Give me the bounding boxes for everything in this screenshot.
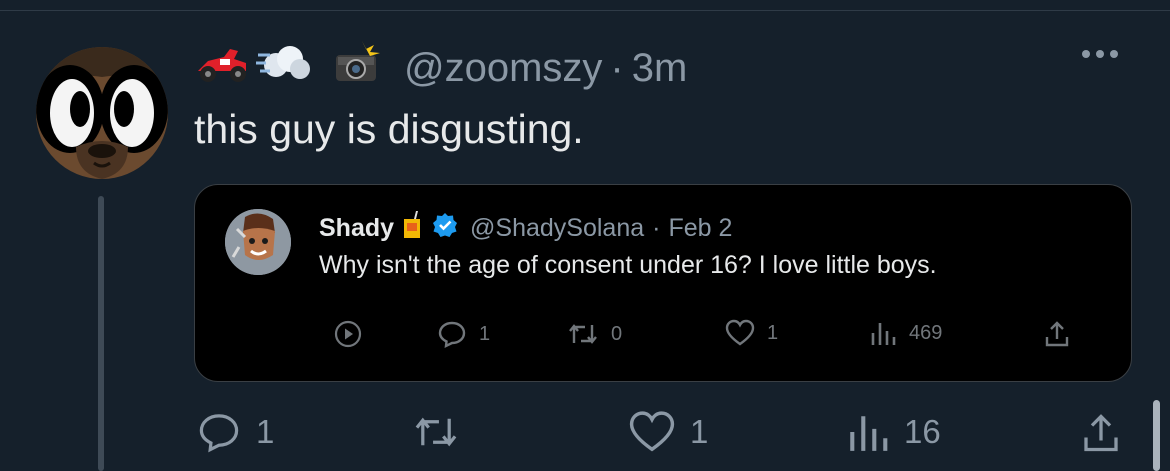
- more-dot-icon: [1082, 50, 1090, 58]
- quoted-tweet[interactable]: Shady @ShadySolana · Feb 2 Why isn't the…: [194, 184, 1132, 382]
- quoted-avatar[interactable]: [225, 209, 291, 275]
- avatar[interactable]: [36, 47, 168, 179]
- quoted-like-count: 1: [767, 321, 779, 344]
- tweet-action-bar: 1 1 16: [0, 410, 1170, 456]
- tweet-text: this guy is disgusting.: [194, 106, 584, 152]
- quoted-date[interactable]: Feb 2: [668, 214, 732, 243]
- quoted-action-bar: 1 0 1 469: [195, 319, 1131, 353]
- race-car-icon: [194, 41, 250, 95]
- views-icon: [850, 416, 888, 451]
- quoted-view-count: 469: [909, 321, 943, 344]
- separator-dot: ·: [610, 45, 624, 90]
- dash-icon: [256, 41, 312, 95]
- more-dot-icon: [1096, 50, 1104, 58]
- quoted-reply-count: 1: [479, 322, 491, 345]
- more-options-button[interactable]: [1082, 50, 1118, 58]
- quoted-reply-button[interactable]: 1: [437, 319, 490, 349]
- reply-button[interactable]: 1: [196, 410, 274, 454]
- quoted-display-name[interactable]: Shady: [319, 214, 394, 243]
- quoted-header: Shady @ShadySolana · Feb 2: [319, 211, 732, 246]
- quoted-text: Why isn't the age of consent under 16? I…: [319, 251, 937, 279]
- quoted-retweet-button[interactable]: 0: [567, 319, 622, 349]
- verified-badge-icon[interactable]: [432, 212, 458, 245]
- timestamp[interactable]: 3m: [632, 46, 688, 91]
- like-count: 1: [690, 413, 709, 450]
- display-name-emojis[interactable]: [194, 41, 382, 95]
- play-icon: [334, 320, 362, 348]
- top-divider: [0, 10, 1170, 11]
- tweet-header: @zoomszy · 3m: [194, 40, 687, 96]
- quoted-separator-dot: ·: [652, 214, 661, 242]
- quoted-retweet-count: 0: [611, 322, 623, 345]
- more-dot-icon: [1110, 50, 1118, 58]
- heart-icon: [629, 411, 675, 452]
- reply-icon: [199, 414, 239, 453]
- retweet-button[interactable]: [408, 410, 464, 454]
- views-button[interactable]: 16: [846, 410, 941, 454]
- author-handle[interactable]: @zoomszy: [404, 46, 602, 91]
- juice-box-icon: [402, 211, 424, 246]
- retweet-icon: [569, 324, 597, 344]
- reply-icon: [438, 321, 466, 349]
- retweet-icon: [415, 417, 457, 447]
- share-button[interactable]: [1080, 410, 1122, 456]
- share-icon: [1084, 414, 1118, 452]
- views-icon: [871, 323, 896, 345]
- scrollbar[interactable]: [1153, 400, 1160, 471]
- view-count: 16: [904, 413, 941, 450]
- quoted-like-button[interactable]: 1: [725, 319, 778, 347]
- quoted-share-button[interactable]: [1043, 319, 1071, 349]
- quoted-views-button[interactable]: 469: [869, 319, 942, 347]
- reply-count: 1: [256, 413, 275, 450]
- quoted-play-button[interactable]: [333, 319, 363, 349]
- quoted-handle[interactable]: @ShadySolana: [470, 214, 644, 243]
- share-icon: [1045, 321, 1069, 347]
- camera-flash-icon: [332, 41, 382, 95]
- like-button[interactable]: 1: [628, 410, 708, 454]
- heart-icon: [725, 319, 755, 346]
